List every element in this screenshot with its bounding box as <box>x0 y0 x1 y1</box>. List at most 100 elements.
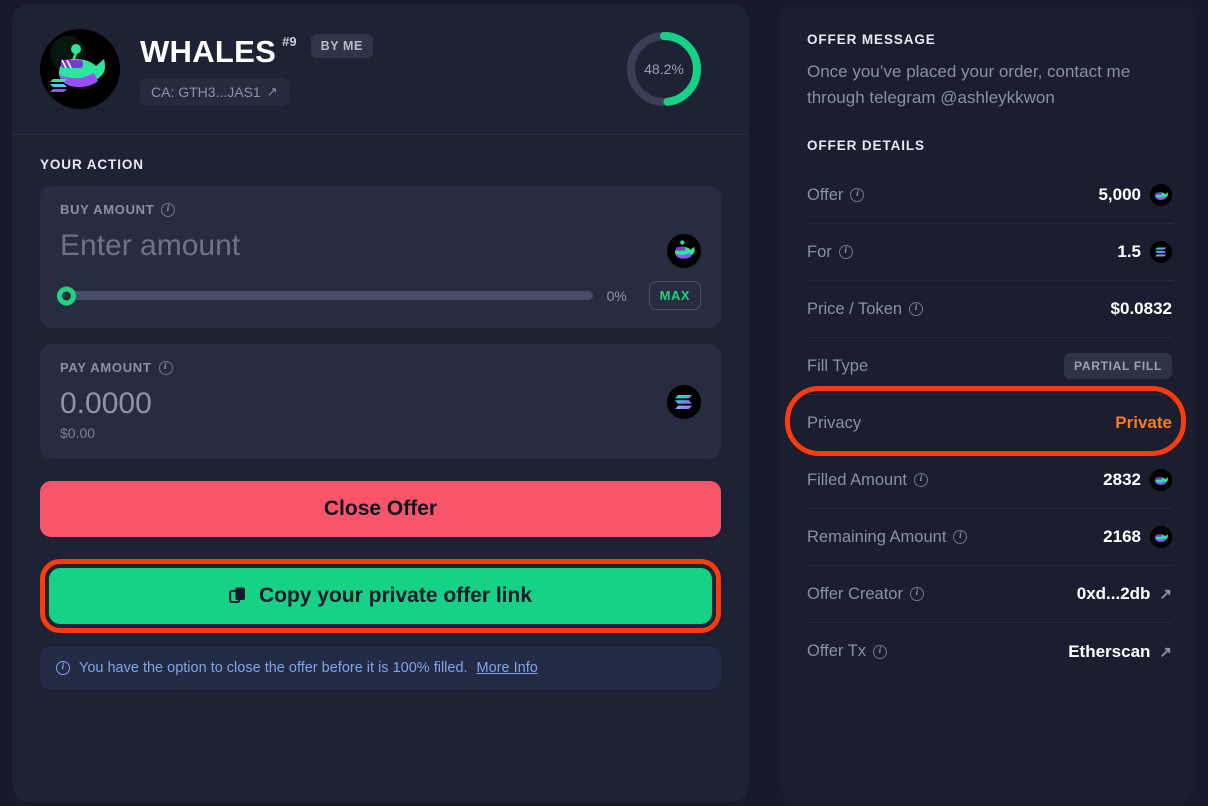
copy-button-label: Copy your private offer link <box>258 584 533 607</box>
detail-value: 2168 <box>1103 526 1172 548</box>
whale-token-logo <box>40 29 120 109</box>
offer-detail-page: WHALES #9 BY ME CA: GTH3...JAS1 ↗ 48.2% … <box>0 0 1208 806</box>
info-icon[interactable]: i <box>953 530 968 544</box>
offer-details-card: OFFER MESSAGE Once you’ve placed your or… <box>779 4 1196 802</box>
detail-row-privacy: Privacy Private <box>785 386 1186 456</box>
whale-coin-icon <box>1150 184 1172 206</box>
offer-creator-link[interactable]: 0xd...2db ↗ <box>1077 584 1172 604</box>
offer-details-list: Offer i 5,000 For i 1.5 Price / Token i … <box>785 167 1186 680</box>
privacy-value: Private <box>1115 413 1172 432</box>
detail-row-filled-amount: Filled Amount i 2832 <box>807 452 1172 509</box>
detail-label-text: Remaining Amount <box>807 527 947 546</box>
detail-label: Fill Type <box>807 357 868 376</box>
whale-coin-icon <box>1150 469 1172 491</box>
your-action-heading: YOUR ACTION <box>40 157 144 172</box>
pay-amount-label: PAY AMOUNT <box>60 360 152 375</box>
detail-value: 5,000 <box>1098 184 1172 206</box>
detail-value-text: 2168 <box>1103 527 1141 546</box>
more-info-link[interactable]: More Info <box>477 660 538 676</box>
detail-label: For i <box>807 243 853 262</box>
buy-amount-input[interactable] <box>60 227 509 269</box>
offer-header: WHALES #9 BY ME CA: GTH3...JAS1 ↗ 48.2% <box>12 4 749 135</box>
action-body: YOUR ACTION BUY AMOUNT i Enter amount 0%… <box>12 135 749 802</box>
external-link-icon: ↗ <box>1159 586 1172 603</box>
detail-label: Filled Amount i <box>807 471 928 490</box>
detail-row-offer-tx: Offer Tx i Etherscan ↗ <box>807 623 1172 680</box>
offer-message-text: Once you’ve placed your order, contact m… <box>807 62 1131 107</box>
detail-label: Offer i <box>807 185 865 205</box>
contract-address-label: CA: GTH3...JAS1 <box>151 84 261 100</box>
detail-label: Remaining Amount i <box>807 527 968 547</box>
whale-coin-icon <box>1150 526 1172 548</box>
copy-icon <box>229 587 245 603</box>
detail-value-text: 2832 <box>1103 470 1141 489</box>
contract-address-pill[interactable]: CA: GTH3...JAS1 ↗ <box>140 78 289 106</box>
fill-type-badge: PARTIAL FILL <box>1064 353 1172 379</box>
info-icon[interactable]: i <box>913 473 928 487</box>
token-title-row: WHALES #9 BY ME <box>140 32 623 67</box>
pay-amount-label-row: PAY AMOUNT i <box>60 360 701 375</box>
info-icon[interactable]: i <box>158 360 173 375</box>
buy-amount-slider[interactable] <box>57 286 593 305</box>
fill-percent-label: 48.2% <box>644 61 684 77</box>
detail-label: Privacy <box>807 414 861 433</box>
detail-row-for: For i 1.5 <box>807 224 1172 281</box>
detail-value-text: 5,000 <box>1098 185 1141 204</box>
detail-row-offer-creator: Offer Creator i 0xd...2db ↗ <box>807 566 1172 623</box>
info-icon[interactable]: i <box>838 245 853 259</box>
offer-message-heading: OFFER MESSAGE <box>807 32 936 47</box>
token-rank: #9 <box>282 34 297 49</box>
pay-token-coin-badge <box>667 384 701 419</box>
offer-tx-link[interactable]: Etherscan ↗ <box>1068 642 1172 662</box>
detail-label-text: Price / Token <box>807 299 903 318</box>
offer-action-card: WHALES #9 BY ME CA: GTH3...JAS1 ↗ 48.2% … <box>12 4 749 802</box>
detail-row-remaining-amount: Remaining Amount i 2168 <box>807 509 1172 566</box>
info-icon: i <box>56 661 70 675</box>
detail-value: 2832 <box>1103 469 1172 491</box>
buy-amount-label: BUY AMOUNT <box>60 202 155 217</box>
detail-label-text: Offer Creator <box>807 584 903 603</box>
close-offer-notice: i You have the option to close the offer… <box>40 647 721 689</box>
fill-progress-ring: 48.2% <box>623 28 705 110</box>
buy-amount-label-row: BUY AMOUNT i <box>60 202 701 217</box>
solana-coin-icon <box>667 384 701 419</box>
info-icon[interactable]: i <box>909 587 924 601</box>
buy-amount-slider-row: 0% MAX <box>57 281 701 310</box>
external-link-icon: ↗ <box>1159 643 1172 661</box>
detail-value: 1.5 <box>1117 241 1172 263</box>
buy-amount-box: BUY AMOUNT i Enter amount 0% MAX <box>40 186 721 328</box>
detail-value-text: 1.5 <box>1117 242 1141 261</box>
close-offer-button[interactable]: Close Offer <box>40 481 721 537</box>
slider-thumb[interactable] <box>57 286 76 305</box>
whale-coin-icon <box>667 234 701 269</box>
external-link-icon: ↗ <box>266 84 278 99</box>
buy-token-coin-badge <box>667 234 701 269</box>
token-name: WHALES <box>140 34 277 69</box>
slider-percent-label: 0% <box>606 287 627 304</box>
detail-label-text: Offer Tx <box>807 642 866 660</box>
detail-row-fill-type: Fill Type PARTIAL FILL <box>807 338 1172 395</box>
max-button[interactable]: MAX <box>648 281 701 310</box>
detail-value: $0.0832 <box>1111 299 1172 319</box>
info-icon[interactable]: i <box>909 302 924 316</box>
detail-value-text: $0.0832 <box>1110 299 1172 318</box>
detail-value-text: 0xd...2db <box>1076 584 1151 603</box>
info-icon[interactable]: i <box>873 644 887 659</box>
offer-details-heading: OFFER DETAILS <box>807 138 925 153</box>
detail-row-offer: Offer i 5,000 <box>807 167 1172 224</box>
detail-label-text: Privacy <box>807 413 862 432</box>
detail-label-text: Offer <box>807 185 844 204</box>
detail-label-text: For <box>807 242 832 261</box>
notice-text: You have the option to close the offer b… <box>79 660 468 676</box>
info-icon[interactable]: i <box>161 202 176 217</box>
detail-label: Offer Creator i <box>807 585 924 604</box>
info-icon[interactable]: i <box>850 188 865 202</box>
whale-icon <box>40 29 120 109</box>
detail-label-text: Filled Amount <box>807 470 907 489</box>
copy-private-offer-link-button[interactable]: Copy your private offer link <box>49 568 712 624</box>
pay-amount-box: PAY AMOUNT i 0.0000 $0.00 <box>40 344 721 459</box>
copy-link-highlight-wrapper: Copy your private offer link <box>40 559 721 633</box>
pay-amount-usd: $0.00 <box>60 425 96 441</box>
detail-label: Offer Tx i <box>807 642 887 661</box>
detail-value-text: Etherscan <box>1068 641 1151 661</box>
